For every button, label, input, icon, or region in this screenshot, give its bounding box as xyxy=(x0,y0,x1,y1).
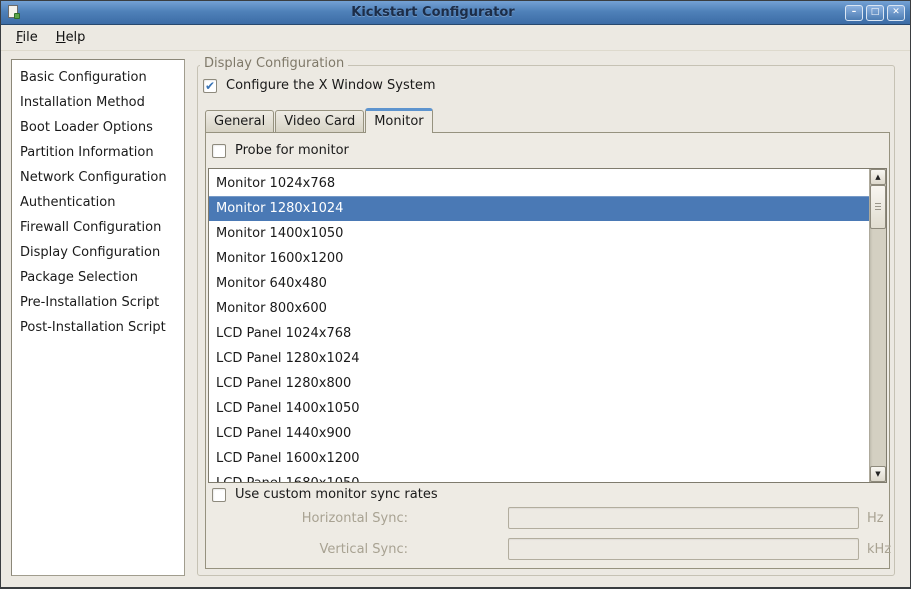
horizontal-sync-unit: Hz xyxy=(867,511,884,526)
scrollbar-thumb[interactable] xyxy=(870,185,886,229)
sidebar-item[interactable]: Post-Installation Script xyxy=(12,315,184,340)
titlebar: Kickstart Configurator – □ ✕ xyxy=(1,1,910,25)
tab[interactable]: Monitor xyxy=(365,108,432,133)
list-item[interactable]: Monitor 1024x768 xyxy=(209,171,869,196)
menu-help[interactable]: Help xyxy=(47,26,95,49)
window-controls: – □ ✕ xyxy=(845,5,905,21)
sidebar-item[interactable]: Display Configuration xyxy=(12,240,184,265)
sidebar-item[interactable]: Boot Loader Options xyxy=(12,115,184,140)
close-icon[interactable]: ✕ xyxy=(887,5,905,21)
probe-for-monitor-checkbox[interactable]: Probe for monitor xyxy=(212,143,349,158)
sidebar-item[interactable]: Firewall Configuration xyxy=(12,215,184,240)
list-item[interactable]: LCD Panel 1024x768 xyxy=(209,321,869,346)
vertical-sync-row: Vertical Sync: kHz xyxy=(206,538,891,560)
probe-label: Probe for monitor xyxy=(235,143,349,158)
checkbox-icon[interactable] xyxy=(203,79,217,93)
sidebar-list: Basic ConfigurationInstallation MethodBo… xyxy=(11,59,185,576)
sidebar-item[interactable]: Partition Information xyxy=(12,140,184,165)
vertical-sync-label: Vertical Sync: xyxy=(206,542,408,557)
vertical-scrollbar[interactable]: ▲ ▼ xyxy=(869,169,886,482)
checkbox-icon[interactable] xyxy=(212,144,226,158)
tab[interactable]: General xyxy=(205,110,274,132)
vertical-sync-unit: kHz xyxy=(867,542,891,557)
checkbox-icon[interactable] xyxy=(212,488,226,502)
list-item[interactable]: Monitor 1280x1024 xyxy=(209,196,869,221)
custom-sync-label: Use custom monitor sync rates xyxy=(235,487,438,502)
monitor-tab-panel: Probe for monitor Monitor 1024x768Monito… xyxy=(205,132,890,569)
scroll-down-icon[interactable]: ▼ xyxy=(870,466,886,482)
scroll-up-icon[interactable]: ▲ xyxy=(870,169,886,185)
maximize-icon[interactable]: □ xyxy=(866,5,884,21)
app-icon-dot xyxy=(14,13,20,19)
configure-x-label: Configure the X Window System xyxy=(226,78,436,93)
list-item[interactable]: LCD Panel 1280x1024 xyxy=(209,346,869,371)
sidebar-item[interactable]: Authentication xyxy=(12,190,184,215)
monitor-list-rows: Monitor 1024x768Monitor 1280x1024Monitor… xyxy=(209,169,869,482)
list-item[interactable]: LCD Panel 1600x1200 xyxy=(209,446,869,471)
horizontal-sync-input[interactable] xyxy=(508,507,859,529)
list-item[interactable]: Monitor 1400x1050 xyxy=(209,221,869,246)
menubar: File Help xyxy=(1,25,910,51)
app-window: Kickstart Configurator – □ ✕ File Help B… xyxy=(0,0,911,589)
sidebar-item[interactable]: Network Configuration xyxy=(12,165,184,190)
sidebar-item[interactable]: Basic Configuration xyxy=(12,65,184,90)
sidebar-item[interactable]: Pre-Installation Script xyxy=(12,290,184,315)
horizontal-sync-label: Horizontal Sync: xyxy=(206,511,408,526)
list-item[interactable]: LCD Panel 1440x900 xyxy=(209,421,869,446)
tab-bar: GeneralVideo CardMonitor xyxy=(205,107,434,132)
frame-label: Display Configuration xyxy=(200,56,348,71)
tab[interactable]: Video Card xyxy=(275,110,364,132)
list-item[interactable]: LCD Panel 1280x800 xyxy=(209,371,869,396)
minimize-icon[interactable]: – xyxy=(845,5,863,21)
list-item[interactable]: Monitor 640x480 xyxy=(209,271,869,296)
list-item[interactable]: LCD Panel 1680x1050 xyxy=(209,471,869,482)
list-item[interactable]: Monitor 800x600 xyxy=(209,296,869,321)
window-title: Kickstart Configurator xyxy=(21,5,845,20)
sidebar-item[interactable]: Package Selection xyxy=(12,265,184,290)
menu-file[interactable]: File xyxy=(7,26,47,49)
list-item[interactable]: LCD Panel 1400x1050 xyxy=(209,396,869,421)
configure-x-checkbox[interactable]: Configure the X Window System xyxy=(203,78,436,93)
horizontal-sync-row: Horizontal Sync: Hz xyxy=(206,507,884,529)
app-icon xyxy=(6,5,21,20)
display-configuration-frame: Display Configuration Configure the X Wi… xyxy=(197,65,895,576)
list-item[interactable]: Monitor 1600x1200 xyxy=(209,246,869,271)
monitor-listbox: Monitor 1024x768Monitor 1280x1024Monitor… xyxy=(208,168,887,483)
vertical-sync-input[interactable] xyxy=(508,538,859,560)
scrollbar-track[interactable] xyxy=(870,229,886,466)
sidebar-item[interactable]: Installation Method xyxy=(12,90,184,115)
custom-sync-checkbox[interactable]: Use custom monitor sync rates xyxy=(212,487,438,502)
